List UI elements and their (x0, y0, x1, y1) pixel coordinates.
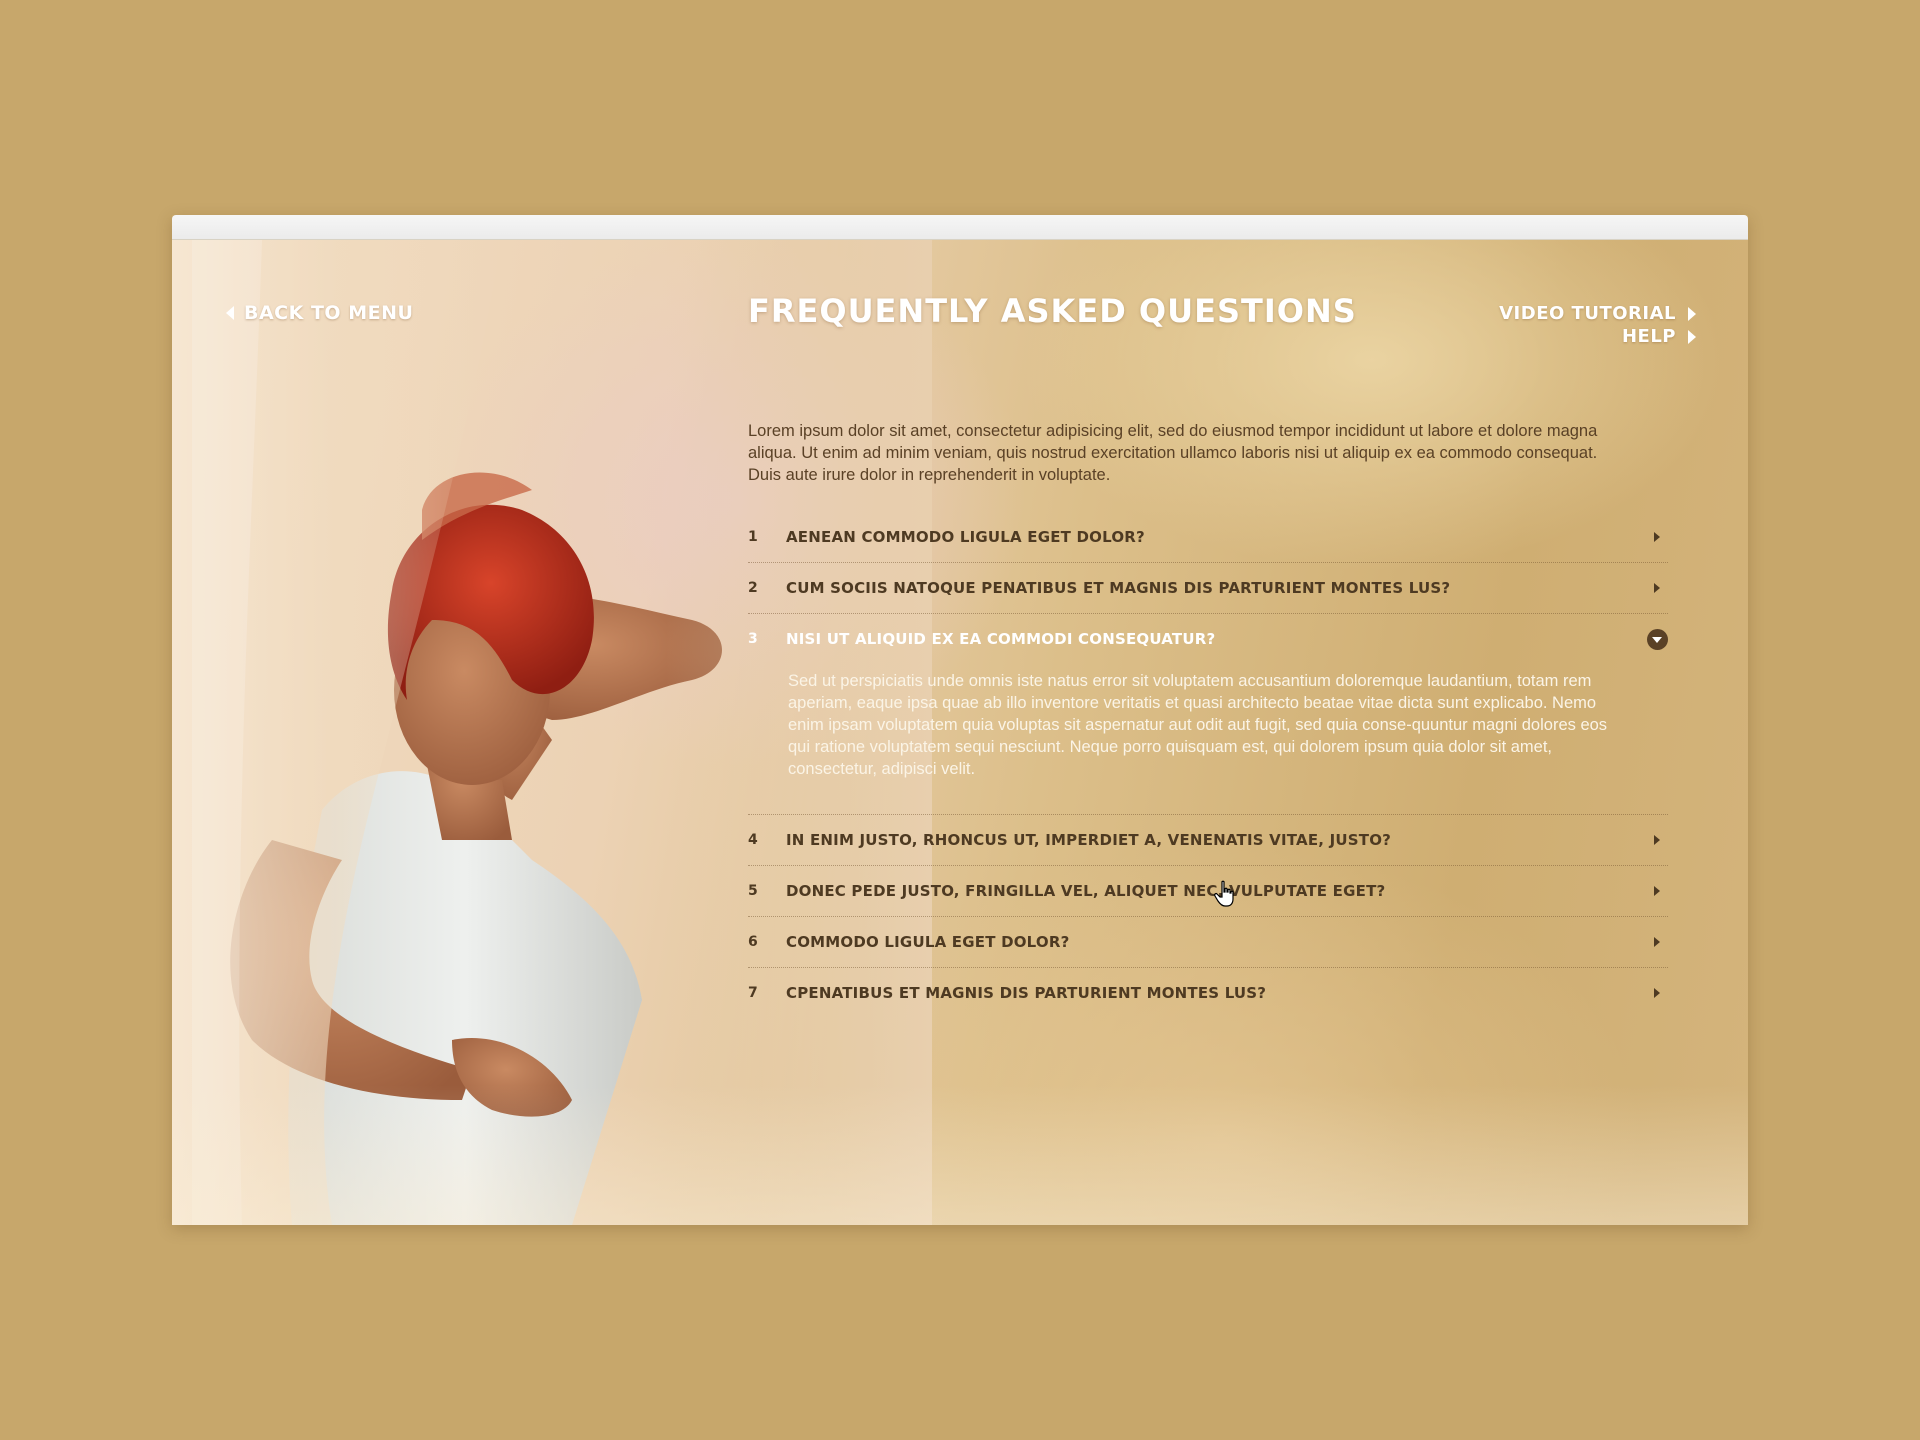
expand-button[interactable] (1646, 577, 1668, 599)
expand-button[interactable] (1646, 880, 1668, 902)
faq-screen: BACK TO MENU FREQUENTLY ASKED QUESTIONS … (172, 240, 1748, 1225)
faq-answer: Sed ut perspiciatis unde omnis iste natu… (788, 672, 1608, 778)
video-tutorial-label: VIDEO TUTORIAL (1499, 303, 1676, 324)
faq-question: NISI UT ALIQUID EX EA COMMODI CONSEQUATU… (786, 630, 1216, 648)
faq-question: IN ENIM JUSTO, RHONCUS UT, IMPERDIET A, … (786, 831, 1392, 849)
faq-question-row[interactable]: 7 CPENATIBUS ET MAGNIS DIS PARTURIENT MO… (748, 968, 1668, 1018)
faq-question-row[interactable]: 6 COMMODO LIGULA EGET DOLOR? (748, 917, 1668, 967)
header-links: VIDEO TUTORIAL HELP (1499, 303, 1696, 347)
chevron-right-icon (1654, 532, 1660, 542)
help-link[interactable]: HELP (1622, 326, 1696, 347)
faq-number: 6 (748, 934, 758, 950)
app-window: BACK TO MENU FREQUENTLY ASKED QUESTIONS … (172, 215, 1748, 1225)
chevron-right-icon (1654, 886, 1660, 896)
faq-item: 4 IN ENIM JUSTO, RHONCUS UT, IMPERDIET A… (748, 815, 1668, 866)
chevron-right-icon (1654, 583, 1660, 593)
faq-question: COMMODO LIGULA EGET DOLOR? (786, 933, 1070, 951)
faq-list: 1 AENEAN COMMODO LIGULA EGET DOLOR? 2 CU… (748, 512, 1668, 1018)
chevron-right-icon (1654, 988, 1660, 998)
expand-button[interactable] (1646, 829, 1668, 851)
chevron-right-icon (1688, 306, 1696, 321)
expand-button[interactable] (1646, 526, 1668, 548)
faq-item: 5 DONEC PEDE JUSTO, FRINGILLA VEL, ALIQU… (748, 866, 1668, 917)
video-tutorial-link[interactable]: VIDEO TUTORIAL (1499, 303, 1696, 324)
faq-item-expanded: 3 NISI UT ALIQUID EX EA COMMODI CONSEQUA… (748, 614, 1668, 815)
page-title: FREQUENTLY ASKED QUESTIONS (748, 292, 1357, 330)
faq-question: CUM SOCIIS NATOQUE PENATIBUS ET MAGNIS D… (786, 579, 1451, 597)
faq-number: 2 (748, 580, 758, 596)
help-label: HELP (1621, 326, 1676, 347)
faq-item: 6 COMMODO LIGULA EGET DOLOR? (748, 917, 1668, 968)
faq-number: 7 (748, 985, 758, 1001)
faq-number: 4 (748, 832, 758, 848)
faq-question: CPENATIBUS ET MAGNIS DIS PARTURIENT MONT… (786, 984, 1267, 1002)
faq-number: 1 (748, 529, 758, 545)
faq-question: DONEC PEDE JUSTO, FRINGILLA VEL, ALIQUET… (786, 882, 1386, 900)
faq-question-row[interactable]: 4 IN ENIM JUSTO, RHONCUS UT, IMPERDIET A… (748, 815, 1668, 865)
faq-question-row[interactable]: 3 NISI UT ALIQUID EX EA COMMODI CONSEQUA… (748, 614, 1668, 664)
faq-item: 1 AENEAN COMMODO LIGULA EGET DOLOR? (748, 512, 1668, 563)
expand-button[interactable] (1646, 931, 1668, 953)
expand-button[interactable] (1646, 982, 1668, 1004)
faq-question: AENEAN COMMODO LIGULA EGET DOLOR? (786, 528, 1145, 546)
chevron-right-icon (1688, 329, 1696, 344)
faq-number: 3 (748, 631, 758, 647)
faq-question-row[interactable]: 1 AENEAN COMMODO LIGULA EGET DOLOR? (748, 512, 1668, 562)
chevron-down-circle-icon (1646, 628, 1668, 650)
faq-number: 5 (748, 883, 758, 899)
faq-question-row[interactable]: 2 CUM SOCIIS NATOQUE PENATIBUS ET MAGNIS… (748, 563, 1668, 613)
window-top-bar (172, 215, 1748, 240)
chevron-right-icon (1654, 937, 1660, 947)
chevron-right-icon (1654, 835, 1660, 845)
faq-item: 7 CPENATIBUS ET MAGNIS DIS PARTURIENT MO… (748, 968, 1668, 1018)
back-to-menu-label: BACK TO MENU (244, 302, 414, 324)
faq-item: 2 CUM SOCIIS NATOQUE PENATIBUS ET MAGNIS… (748, 563, 1668, 614)
collapse-button[interactable] (1646, 628, 1668, 650)
back-to-menu-link[interactable]: BACK TO MENU (226, 302, 413, 324)
intro-text: Lorem ipsum dolor sit amet, consectetur … (748, 422, 1598, 484)
chevron-left-icon (226, 306, 234, 320)
faq-question-row[interactable]: 5 DONEC PEDE JUSTO, FRINGILLA VEL, ALIQU… (748, 866, 1668, 916)
